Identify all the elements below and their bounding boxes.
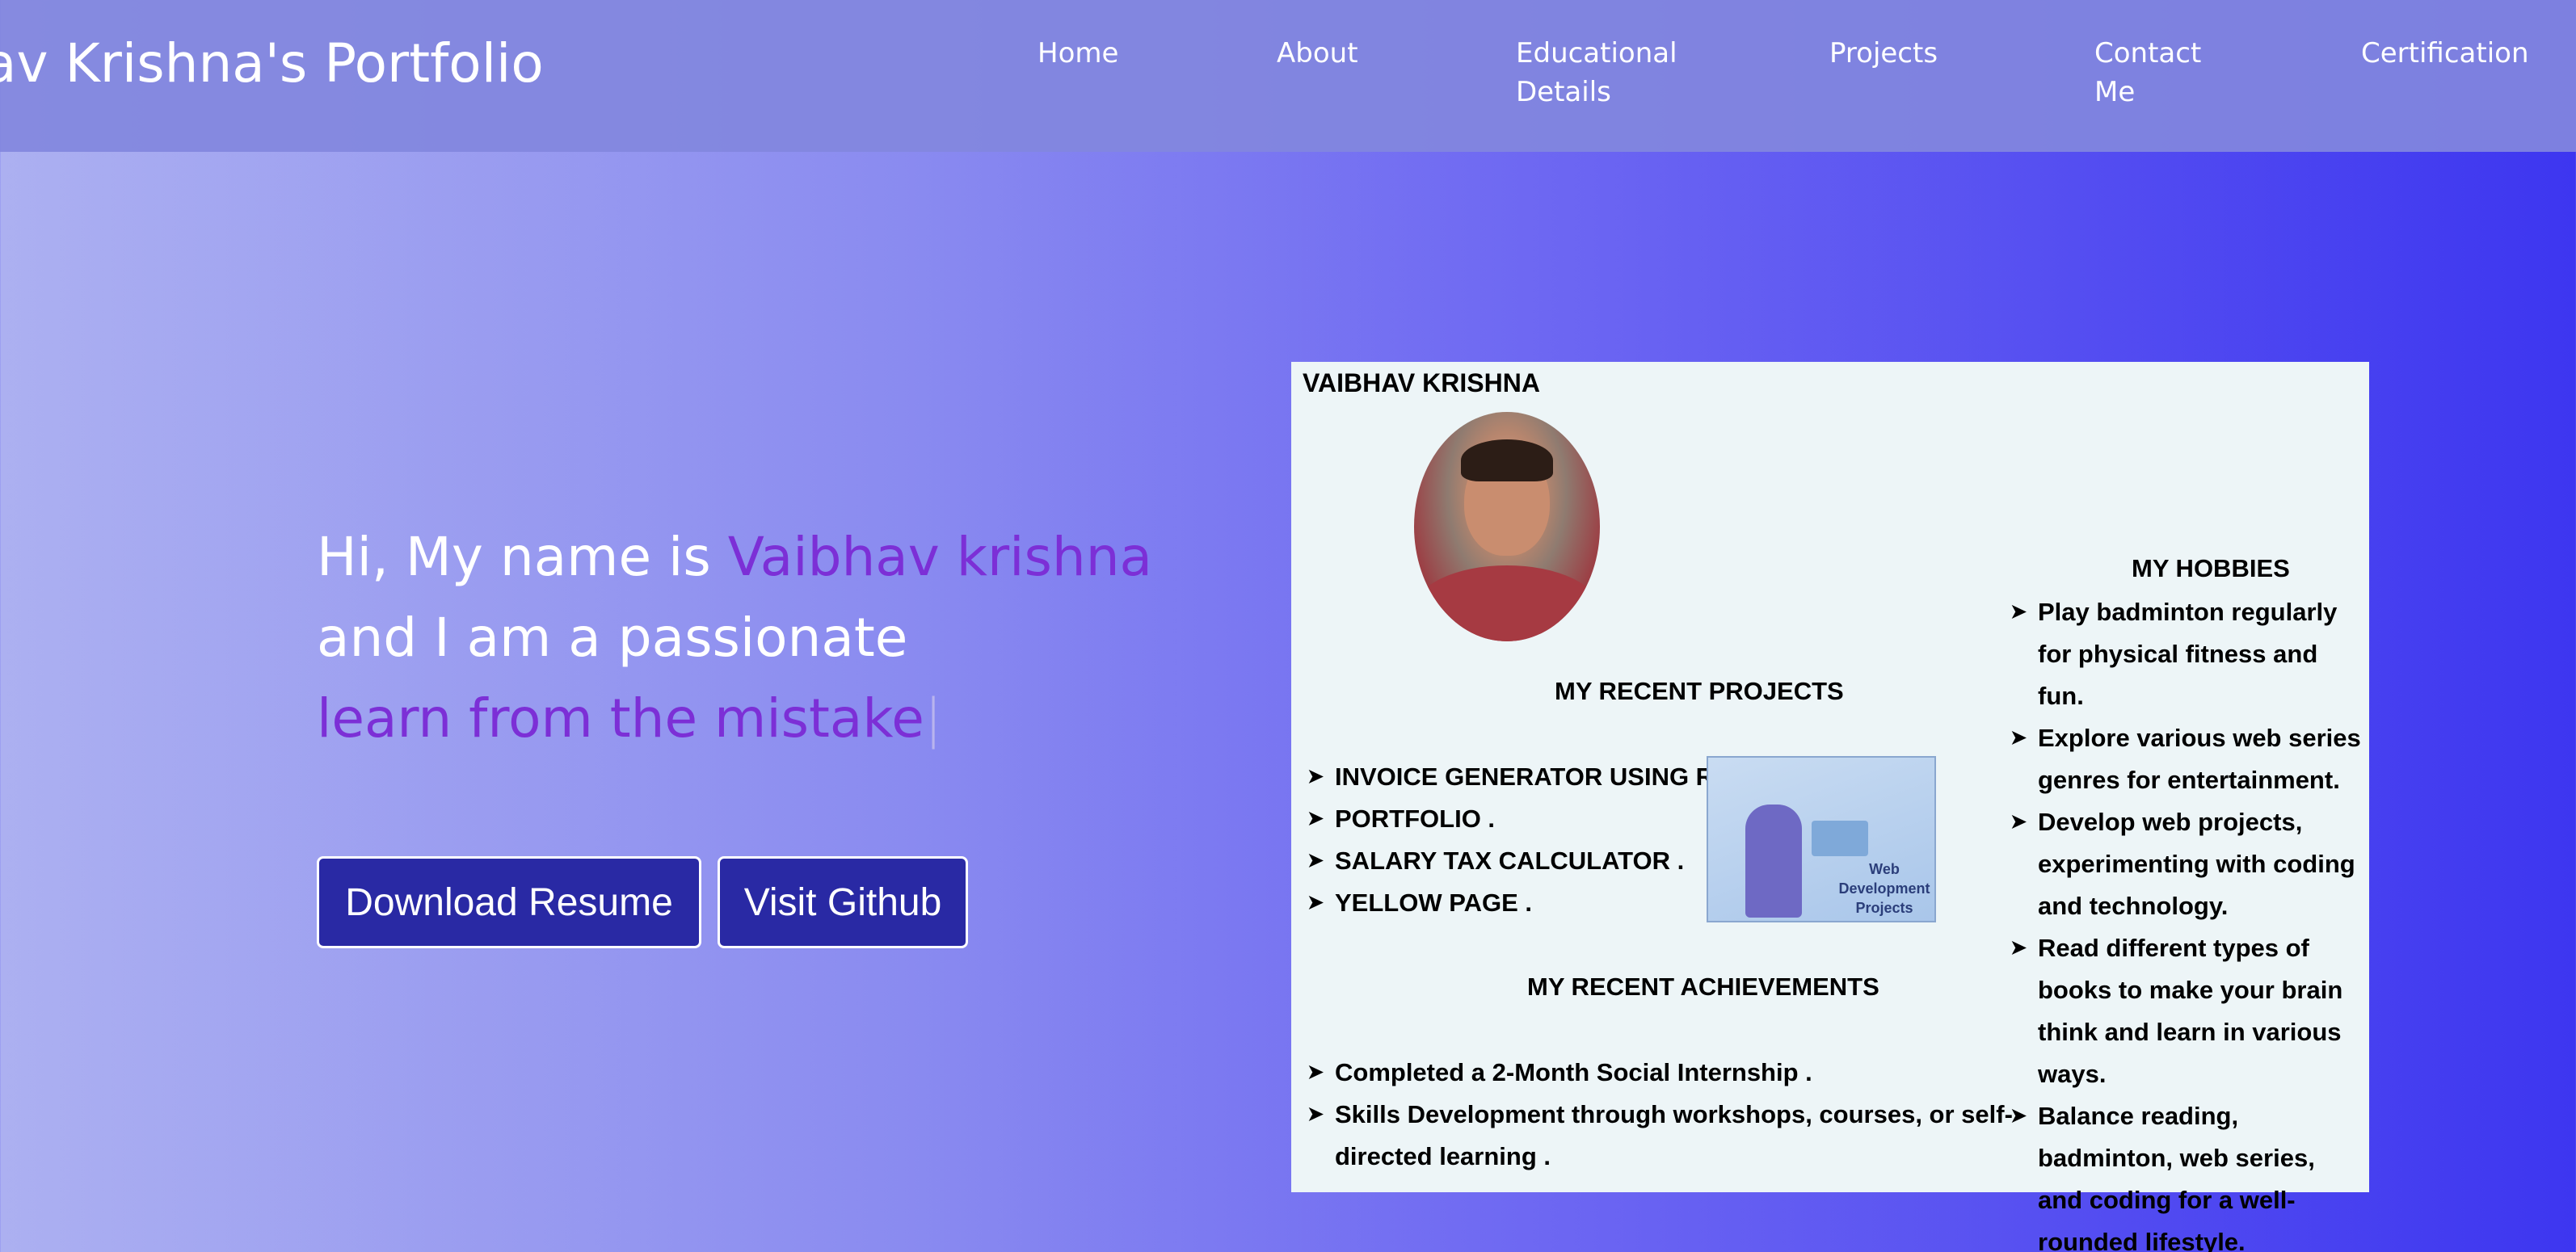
hero-intro-text: Hi, My name is	[317, 526, 728, 588]
person-figure	[1745, 805, 1802, 918]
hero-line-2: and I am a passionate	[317, 607, 908, 669]
photo-shirt	[1414, 565, 1600, 641]
hobby-item: Play badminton regularly for physical fi…	[2010, 591, 2366, 717]
achievements-title: MY RECENT ACHIEVEMENTS	[1527, 973, 1879, 1001]
hobby-item: Develop web projects, experimenting with…	[2010, 801, 2366, 927]
card-name: VAIBHAV KRISHNA	[1303, 368, 1540, 397]
hobby-item: Balance reading, badminton, web series, …	[2010, 1095, 2366, 1252]
download-resume-button[interactable]: Download Resume	[317, 856, 701, 948]
hero-name: Vaibhav krishna	[727, 526, 1152, 588]
navbar: av Krishna's Portfolio Home About Educat…	[0, 0, 2576, 152]
hobby-item: Explore various web series genres for en…	[2010, 717, 2366, 801]
profile-photo	[1414, 412, 1600, 641]
visit-github-button[interactable]: Visit Github	[718, 856, 968, 948]
nav-home[interactable]: Home	[1038, 34, 1118, 73]
hero-line-1: Hi, My name is Vaibhav krishna	[317, 517, 1152, 598]
nav-projects[interactable]: Projects	[1829, 34, 1938, 73]
screen-graphic	[1812, 821, 1868, 856]
typing-cursor: |	[924, 687, 943, 750]
brand-title[interactable]: av Krishna's Portfolio	[0, 32, 544, 95]
achievement-item: Completed a 2-Month Social Internship .	[1307, 1052, 2018, 1094]
nav-about[interactable]: About	[1277, 34, 1358, 73]
nav-educational-details[interactable]: Educational Details	[1516, 34, 1702, 111]
projects-title: MY RECENT PROJECTS	[1555, 677, 1844, 705]
achievements-list: Completed a 2-Month Social Internship . …	[1307, 1052, 2018, 1178]
nav-contact-me[interactable]: Contact Me	[2094, 34, 2216, 111]
project-image-label: Web Development Projects	[1838, 861, 1930, 916]
resume-card-image: VAIBHAV KRISHNA MY RECENT PROJECTS INVOI…	[1291, 362, 2369, 1252]
hero-line-3: learn from the mistake|	[317, 679, 1152, 759]
hobby-item: Read different types of books to make yo…	[2010, 927, 2366, 1095]
hobbies-title: MY HOBBIES	[2132, 554, 2290, 582]
nav-certification[interactable]: Certification	[2361, 34, 2529, 73]
photo-hair	[1461, 439, 1553, 481]
hero-intro: Hi, My name is Vaibhav krishna and I am …	[317, 517, 1152, 759]
typed-text: learn from the mistake	[317, 687, 924, 750]
achievement-item: Skills Development through workshops, co…	[1307, 1094, 2018, 1178]
web-development-projects-image: Web Development Projects	[1707, 756, 1936, 922]
hobbies-list: Play badminton regularly for physical fi…	[2010, 591, 2366, 1252]
